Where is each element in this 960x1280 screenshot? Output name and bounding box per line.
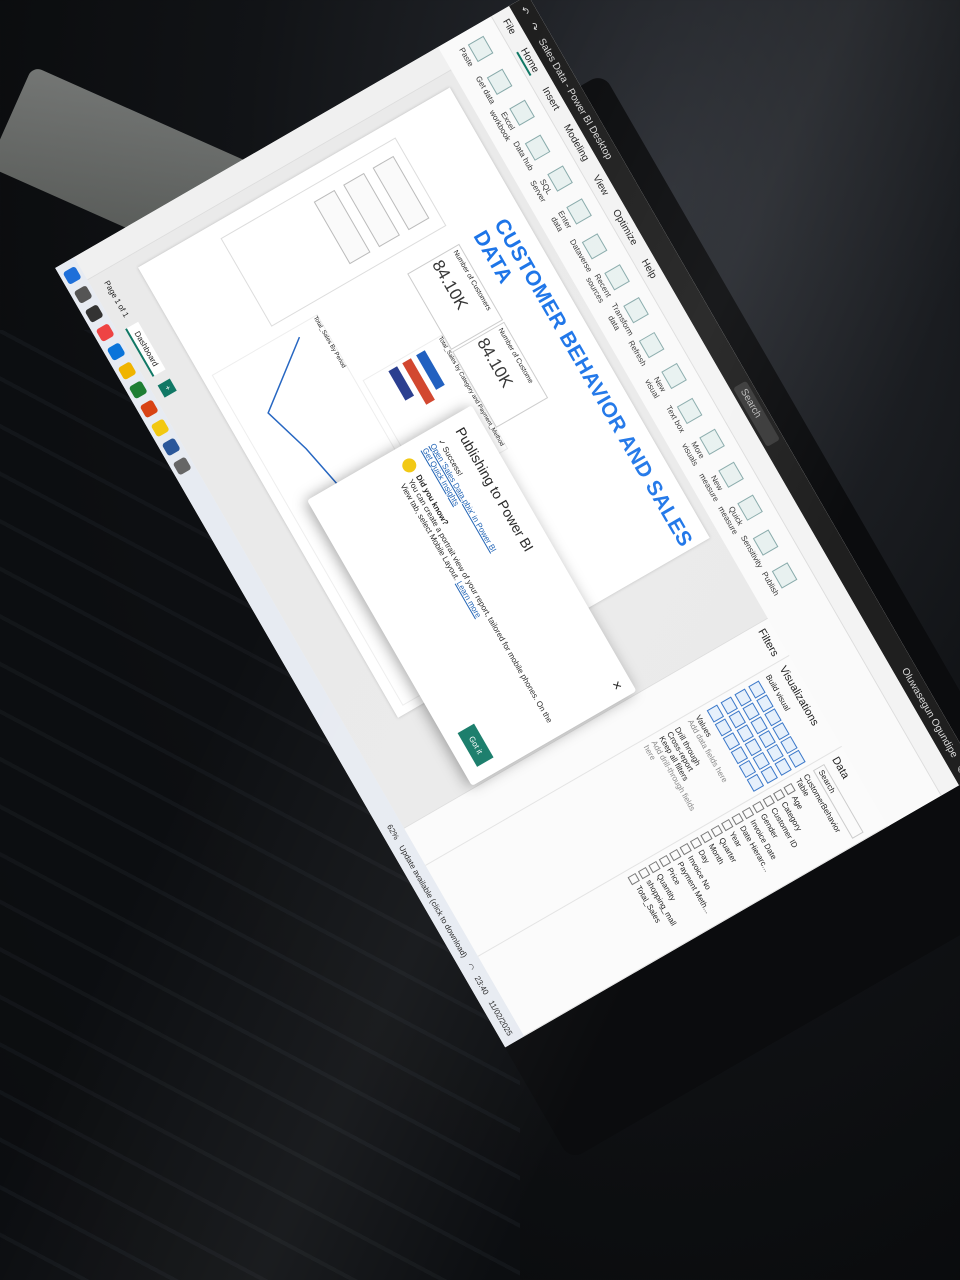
field-checkbox[interactable]	[679, 842, 692, 856]
field-checkbox[interactable]	[689, 836, 703, 850]
menu-file[interactable]: File	[501, 17, 519, 36]
redo-icon[interactable]: ↷	[527, 21, 541, 34]
field-checkbox[interactable]	[731, 812, 744, 826]
field-checkbox[interactable]	[752, 800, 765, 814]
chrome-icon[interactable]	[95, 323, 115, 343]
field-checkbox[interactable]	[783, 782, 796, 796]
zoom-level[interactable]: 62%	[385, 823, 401, 841]
settings-icon[interactable]	[172, 456, 192, 476]
search-icon[interactable]	[73, 284, 93, 305]
field-checkbox[interactable]	[658, 854, 672, 868]
powerpoint-icon[interactable]	[139, 399, 159, 419]
field-checkbox[interactable]	[710, 824, 723, 838]
word-icon[interactable]	[161, 437, 181, 457]
field-checkbox[interactable]	[762, 794, 775, 808]
field-checkbox[interactable]	[773, 788, 786, 802]
clock-time: 23:40	[473, 974, 491, 997]
avatar[interactable]: ◉	[955, 763, 960, 776]
got-it-button[interactable]: Got it	[457, 723, 494, 767]
field-checkbox[interactable]	[637, 866, 651, 880]
wifi-icon[interactable]: ◠	[466, 961, 477, 972]
slicer-icon[interactable]	[760, 765, 778, 784]
combo-chart-icon[interactable]	[788, 749, 806, 768]
field-checkbox[interactable]	[700, 830, 713, 844]
excel-icon[interactable]	[128, 380, 148, 400]
edge-icon[interactable]	[106, 342, 126, 362]
field-checkbox[interactable]	[648, 860, 661, 874]
publish-button[interactable]: Publish	[758, 556, 801, 600]
field-checkbox[interactable]	[741, 806, 755, 820]
add-page-button[interactable]: +	[158, 378, 178, 398]
file-explorer-icon[interactable]	[117, 361, 137, 381]
lightbulb-icon	[399, 455, 419, 475]
power-bi-icon[interactable]	[150, 418, 170, 438]
undo-icon[interactable]: ↶	[518, 5, 532, 18]
donut-icon[interactable]	[774, 757, 792, 776]
more-icon[interactable]	[746, 773, 765, 792]
task-view-icon[interactable]	[84, 304, 104, 324]
menu-view[interactable]: View	[591, 173, 611, 197]
field-checkbox[interactable]	[627, 872, 640, 886]
field-checkbox[interactable]	[721, 818, 734, 832]
start-icon[interactable]	[62, 265, 82, 286]
menu-help[interactable]: Help	[639, 257, 659, 280]
field-checkbox[interactable]	[669, 848, 682, 862]
